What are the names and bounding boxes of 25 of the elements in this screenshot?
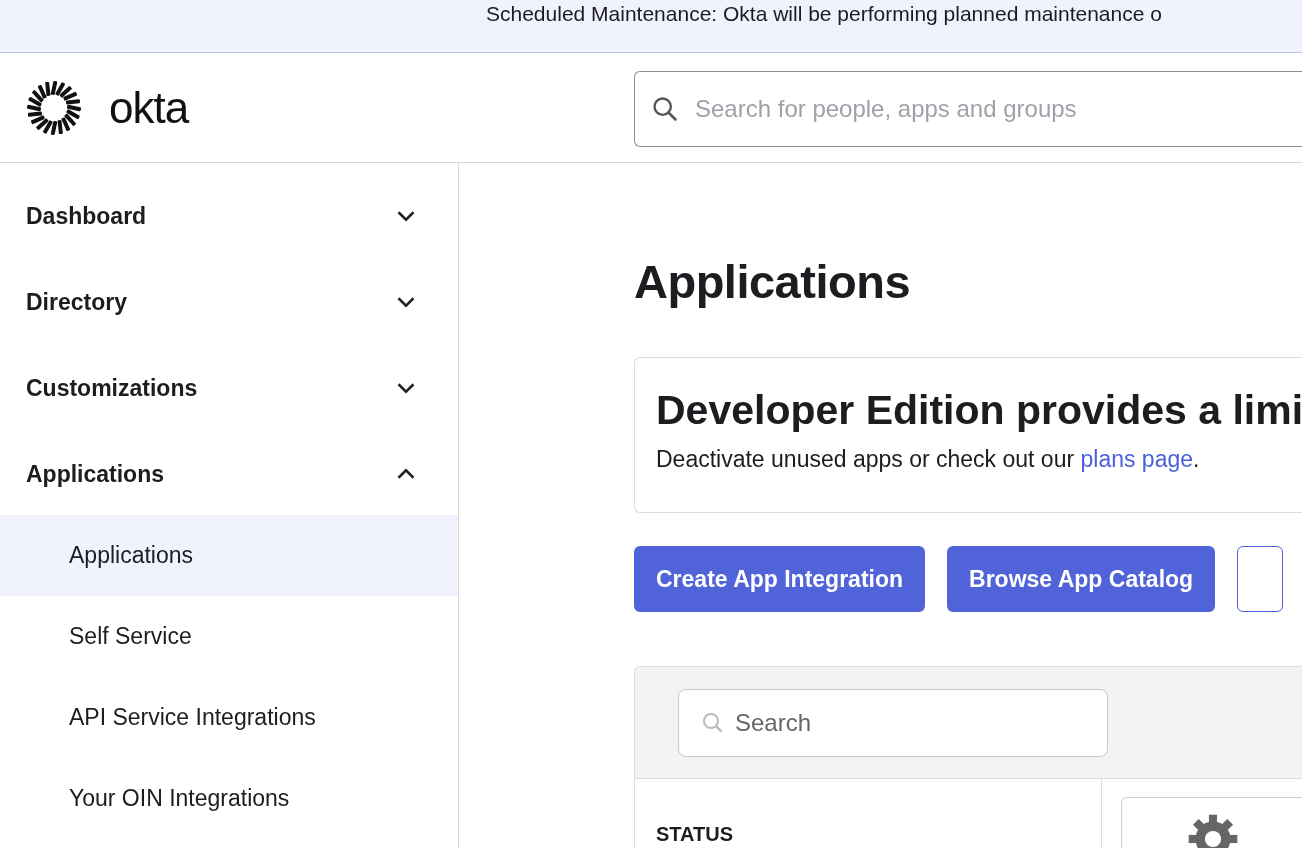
global-search-box[interactable]: Search for people, apps and groups [634, 70, 1302, 147]
plans-link[interactable]: plans page [1080, 446, 1194, 472]
search-box[interactable]: Search [678, 689, 1108, 757]
search-icon [651, 94, 679, 123]
search-field[interactable]: Search [735, 692, 1099, 754]
nav-subitem[interactable]: Applications [0, 515, 458, 596]
nav-section[interactable]: Applications [0, 431, 458, 517]
nav-section[interactable]: Directory [0, 259, 458, 345]
page-title: Applications [634, 254, 912, 310]
nav-subitem[interactable]: Self Service [0, 596, 458, 677]
nav-section[interactable]: Customizations [0, 345, 458, 431]
filter-heading: STATUS [656, 823, 735, 846]
nav-section[interactable]: Dashboard [0, 173, 458, 259]
global-search-field[interactable]: Search for people, apps and groups [695, 73, 1302, 144]
action-button[interactable]: Browse App Catalog [947, 546, 1216, 612]
action-button[interactable]: Create App Integration [634, 546, 926, 612]
sunburst-logo-icon [25, 78, 83, 137]
notice-heading: Developer Edition provides a limi [656, 386, 1302, 434]
nav-subitem[interactable]: API Service Integrations [0, 677, 458, 758]
banner-text: Scheduled Maintenance: Okta will be performing planned maintenance o [486, 1, 1162, 27]
nav-subitem[interactable]: Your OIN Integrations [0, 758, 458, 839]
search-icon [701, 711, 725, 735]
logo-wordmark: okta [109, 82, 189, 133]
notice-text: Deactivate unused apps or check out our plans page. [656, 446, 1201, 473]
outline-button[interactable] [1237, 546, 1284, 612]
